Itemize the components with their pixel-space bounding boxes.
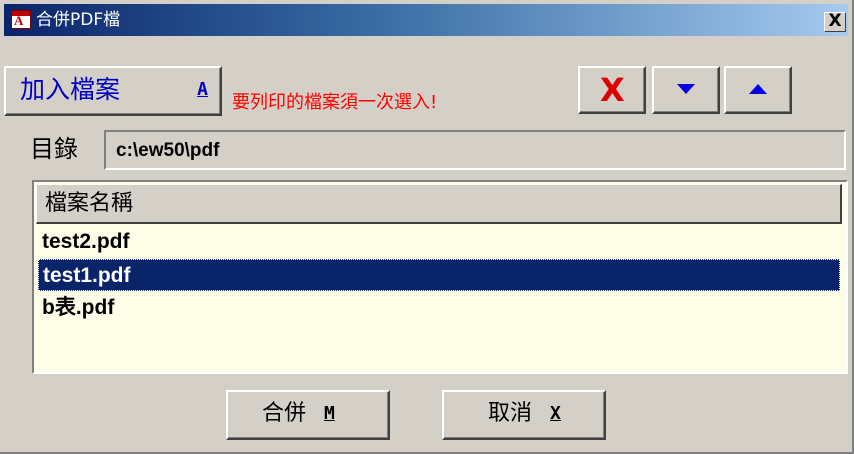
arrow-down-icon — [677, 84, 695, 94]
file-list[interactable]: 檔案名稱 test2.pdf test1.pdf b表.pdf — [32, 180, 848, 374]
merge-shortcut: M — [324, 403, 335, 424]
add-file-button[interactable]: 加入檔案 A — [4, 66, 222, 116]
file-name: test1.pdf — [43, 264, 131, 287]
merge-label: 合併 — [262, 401, 307, 426]
cancel-label: 取消 — [488, 401, 533, 426]
print-warning-text: 要列印的檔案須一次選入! — [232, 92, 438, 113]
pdf-app-icon: A — [11, 10, 31, 29]
window-title: 合併PDF檔 — [36, 10, 121, 30]
delete-x-icon: X — [600, 71, 625, 109]
add-file-shortcut: A — [197, 79, 208, 100]
arrow-up-icon — [749, 84, 767, 94]
add-file-label: 加入檔案 — [20, 75, 121, 104]
column-header-label: 檔案名稱 — [45, 191, 134, 216]
column-header-filename[interactable]: 檔案名稱 — [36, 184, 842, 224]
cancel-button[interactable]: 取消 X — [442, 390, 606, 440]
directory-field[interactable]: c:\ew50\pdf — [104, 130, 846, 170]
directory-label: 目錄 — [30, 135, 78, 163]
delete-file-button[interactable]: X — [578, 66, 646, 114]
list-item-selected[interactable]: test1.pdf — [38, 259, 840, 291]
move-up-button[interactable] — [724, 66, 792, 114]
pdf-app-icon-glyph: A — [14, 13, 24, 28]
cancel-shortcut: X — [550, 403, 561, 424]
merge-button[interactable]: 合併 M — [226, 390, 390, 440]
close-icon: X — [828, 11, 842, 31]
merge-pdf-dialog: A 合併PDF檔 X 加入檔案 A 要列印的檔案須一次選入! X 目錄 c:\e… — [0, 0, 854, 454]
move-down-button[interactable] — [652, 66, 720, 114]
file-name: b表.pdf — [42, 296, 115, 319]
directory-value: c:\ew50\pdf — [116, 140, 220, 161]
close-button[interactable]: X — [824, 12, 846, 32]
title-bar[interactable]: A 合併PDF檔 X — [4, 4, 848, 36]
file-name: test2.pdf — [42, 230, 130, 253]
list-item[interactable]: b表.pdf — [38, 292, 840, 324]
list-item[interactable]: test2.pdf — [38, 226, 840, 258]
